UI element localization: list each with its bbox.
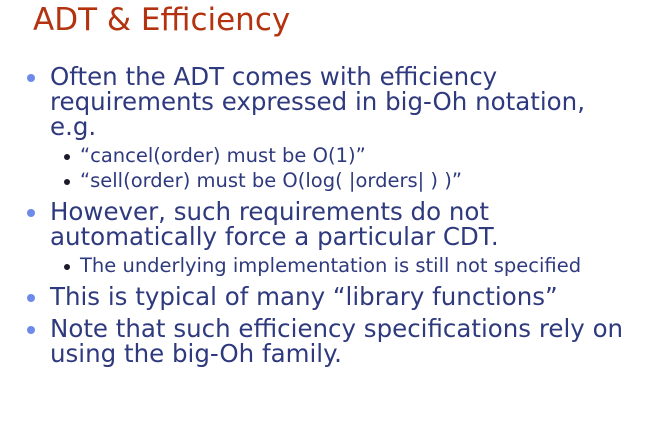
bullet-icon [27, 294, 35, 302]
sub-bullet-item: The underlying implementation is still n… [0, 256, 610, 276]
bullet-item: However, such requirements do not automa… [0, 199, 610, 249]
sub-bullet-item: “sell(order) must be O(log( |orders| ) )… [0, 171, 654, 191]
bullet-icon [64, 179, 70, 185]
sub-bullet-text: The underlying implementation is still n… [80, 254, 582, 277]
slide-title: ADT & Efficiency [33, 2, 291, 38]
sub-bullet-list: The underlying implementation is still n… [0, 256, 654, 276]
bullet-icon [64, 264, 70, 270]
sub-bullet-text: “cancel(order) must be O(1)” [80, 144, 366, 167]
bullet-icon [27, 326, 35, 334]
bullet-list: Often the ADT comes with efficiency requ… [0, 64, 654, 373]
bullet-item: This is typical of many “library functio… [0, 284, 654, 309]
bullet-text: Often the ADT comes with efficiency requ… [50, 62, 585, 141]
bullet-text: However, such requirements do not automa… [50, 197, 499, 251]
sub-bullet-list: “cancel(order) must be O(1)” “sell(order… [0, 146, 654, 191]
sub-bullet-item: “cancel(order) must be O(1)” [0, 146, 654, 166]
bullet-icon [64, 154, 70, 160]
bullet-text: This is typical of many “library functio… [50, 282, 558, 311]
bullet-item: Often the ADT comes with efficiency requ… [0, 64, 590, 139]
bullet-icon [27, 74, 35, 82]
sub-bullet-text: “sell(order) must be O(log( |orders| ) )… [80, 169, 462, 192]
bullet-icon [27, 209, 35, 217]
bullet-text: Note that such efficiency specifications… [50, 314, 624, 368]
bullet-item: Note that such efficiency specifications… [0, 316, 630, 366]
